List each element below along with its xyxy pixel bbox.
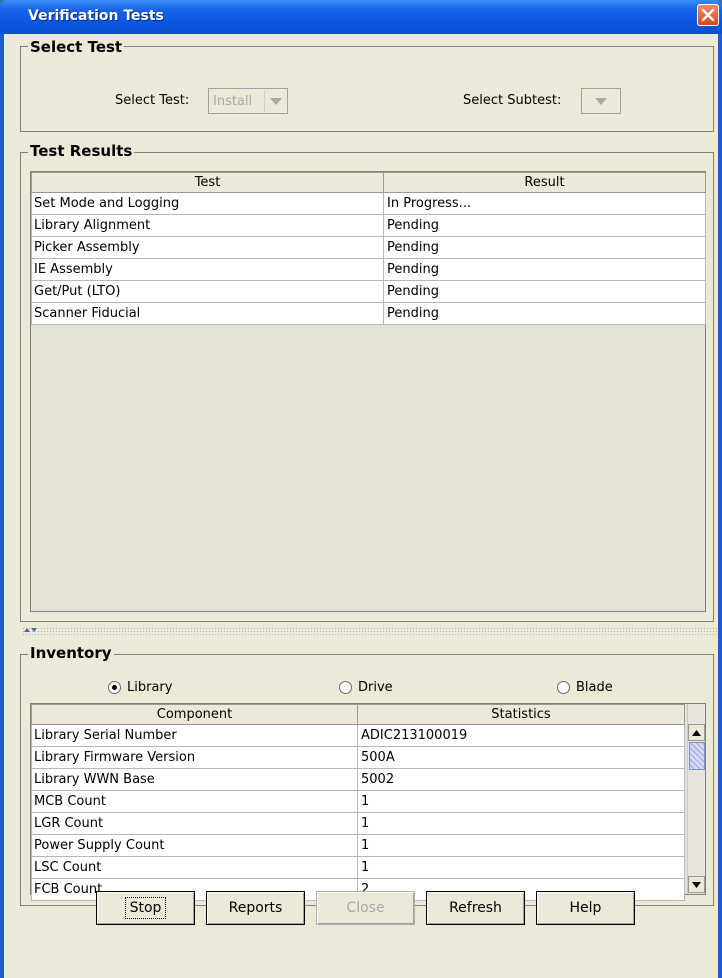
radio-drive[interactable]: Drive [339, 680, 393, 695]
radio-library-circle[interactable] [108, 681, 121, 694]
table-row[interactable]: Power Supply Count 1 [31, 834, 685, 857]
inventory-table: Component Statistics Library Serial Numb… [31, 704, 685, 901]
statistics-cell: 5002 [357, 768, 685, 791]
statistics-cell: 1 [357, 790, 685, 813]
test-name-cell: Get/Put (LTO) [31, 280, 384, 303]
table-row[interactable]: Set Mode and Logging In Progress... [31, 192, 706, 215]
select-test-label: Select Test: [115, 93, 190, 108]
test-results-table: Test Result Set Mode and Logging In Progr… [31, 172, 706, 325]
test-result-cell: Pending [383, 236, 706, 259]
help-button-label: Help [569, 900, 602, 916]
table-row[interactable]: Scanner Fiducial Pending [31, 302, 706, 325]
table-row[interactable]: IE Assembly Pending [31, 258, 706, 281]
radio-blade[interactable]: Blade [557, 680, 613, 695]
column-header-component[interactable]: Component [31, 704, 358, 725]
table-row[interactable]: Library WWN Base 5002 [31, 768, 685, 791]
stop-button-label: Stop [124, 897, 167, 919]
radio-drive-label: Drive [358, 680, 393, 695]
radio-blade-label: Blade [576, 680, 613, 695]
scroll-up-button[interactable] [688, 724, 705, 741]
test-name-cell: Scanner Fiducial [31, 302, 384, 325]
component-cell: Library WWN Base [31, 768, 358, 791]
statistics-cell: 1 [357, 812, 685, 835]
select-test-group-title: Select Test [28, 38, 125, 56]
close-button[interactable]: Close [316, 891, 415, 925]
test-name-cell: IE Assembly [31, 258, 384, 281]
table-row[interactable]: LSC Count 1 [31, 856, 685, 879]
radio-drive-circle[interactable] [339, 681, 352, 694]
component-cell: Library Serial Number [31, 724, 358, 747]
test-name-cell: Library Alignment [31, 214, 384, 237]
test-name-cell: Picker Assembly [31, 236, 384, 259]
test-result-cell: Pending [383, 214, 706, 237]
close-icon [701, 8, 715, 22]
help-button[interactable]: Help [536, 891, 635, 925]
test-result-cell: In Progress... [383, 192, 706, 215]
window-title: Verification Tests [28, 8, 164, 24]
table-row[interactable]: Library Firmware Version 500A [31, 746, 685, 769]
column-header-test[interactable]: Test [31, 172, 384, 193]
select-subtest-label: Select Subtest: [463, 93, 562, 108]
chevron-down-icon[interactable] [583, 90, 619, 112]
refresh-button-label: Refresh [449, 900, 502, 916]
test-name-cell: Set Mode and Logging [31, 192, 384, 215]
statistics-cell: ADIC213100019 [357, 724, 685, 747]
scroll-thumb[interactable] [689, 742, 705, 770]
statistics-cell: 1 [357, 834, 685, 857]
title-bar[interactable]: Verification Tests [0, 0, 722, 34]
column-header-statistics[interactable]: Statistics [357, 704, 685, 725]
table-row[interactable]: Get/Put (LTO) Pending [31, 280, 706, 303]
test-results-group-title: Test Results [28, 142, 135, 160]
close-button-label: Close [346, 900, 385, 916]
scroll-down-button[interactable] [688, 876, 705, 893]
radio-library-label: Library [127, 680, 173, 695]
test-result-cell: Pending [383, 258, 706, 281]
component-cell: LGR Count [31, 812, 358, 835]
component-cell: Library Firmware Version [31, 746, 358, 769]
dialog-client-area: Select Test Select Test: Install Select … [4, 34, 718, 978]
split-pane-divider[interactable] [22, 627, 718, 635]
table-row[interactable]: MCB Count 1 [31, 790, 685, 813]
stop-button[interactable]: Stop [96, 891, 195, 925]
component-cell: LSC Count [31, 856, 358, 879]
component-cell: Power Supply Count [31, 834, 358, 857]
table-row[interactable]: Library Serial Number ADIC213100019 [31, 724, 685, 747]
table-row[interactable]: Library Alignment Pending [31, 214, 706, 237]
close-window-button[interactable] [697, 4, 719, 26]
reports-button-label: Reports [228, 900, 283, 916]
inventory-vertical-scrollbar[interactable] [687, 704, 705, 894]
component-cell: MCB Count [31, 790, 358, 813]
radio-library[interactable]: Library [108, 680, 172, 695]
select-test-value: Install [213, 94, 253, 109]
table-row[interactable]: Picker Assembly Pending [31, 236, 706, 259]
statistics-cell: 1 [357, 856, 685, 879]
arrow-up-icon [692, 729, 701, 736]
test-result-cell: Pending [383, 280, 706, 303]
test-result-cell: Pending [383, 302, 706, 325]
radio-blade-circle[interactable] [557, 681, 570, 694]
inventory-group-title: Inventory [28, 644, 114, 662]
table-row[interactable]: LGR Count 1 [31, 812, 685, 835]
select-subtest-combo[interactable] [581, 88, 621, 114]
column-header-result[interactable]: Result [383, 172, 706, 193]
arrow-down-icon [692, 881, 701, 888]
statistics-cell: 500A [357, 746, 685, 769]
expand-collapse-arrows-icon[interactable] [24, 626, 38, 634]
refresh-button[interactable]: Refresh [426, 891, 525, 925]
verification-tests-window: Verification Tests Select Test Select Te… [0, 0, 722, 978]
reports-button[interactable]: Reports [206, 891, 305, 925]
chevron-down-icon[interactable] [264, 90, 286, 112]
select-test-combo[interactable]: Install [208, 88, 288, 114]
